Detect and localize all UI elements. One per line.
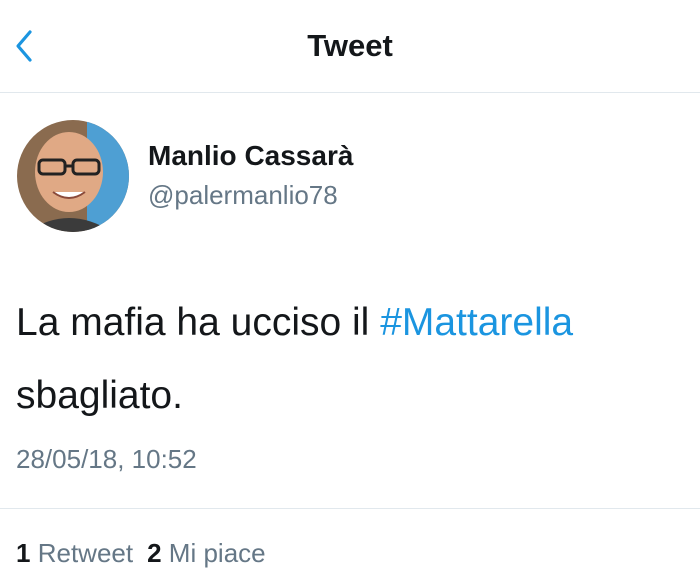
likes-stat[interactable]: 2 Mi piace <box>147 538 266 569</box>
author-handle[interactable]: @palermanlio78 <box>148 180 338 211</box>
page-title: Tweet <box>307 28 393 63</box>
author-name[interactable]: Manlio Cassarà <box>148 140 353 172</box>
tweet-timestamp: 28/05/18, 10:52 <box>16 444 197 474</box>
likes-label: Mi piace <box>168 538 266 568</box>
retweet-stat[interactable]: 1 Retweet <box>16 538 133 569</box>
tweet-text-end: sbagliato. <box>16 374 183 417</box>
retweet-label: Retweet <box>37 538 134 568</box>
tweet-text: La mafia ha ucciso il #Mattarella sbaglia… <box>16 286 686 432</box>
chevron-left-icon[interactable] <box>10 26 40 66</box>
likes-count: 2 <box>147 538 162 568</box>
divider <box>0 508 700 509</box>
nav-bar: Tweet <box>0 0 700 93</box>
tweet-text-start: La mafia ha ucciso il <box>16 301 381 344</box>
engagement-stats: 1 Retweet 2 Mi piace <box>16 538 266 569</box>
retweet-count: 1 <box>16 538 31 568</box>
avatar[interactable] <box>17 120 129 232</box>
hashtag-link[interactable]: #Mattarella <box>380 301 573 344</box>
